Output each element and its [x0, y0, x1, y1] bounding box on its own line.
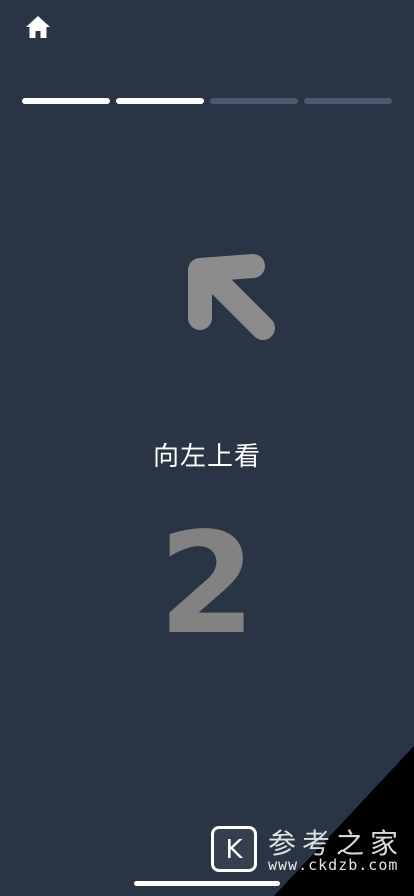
countdown-number: 2	[158, 503, 256, 666]
watermark-url: www.ckdzb.com	[268, 856, 399, 874]
home-indicator[interactable]	[134, 881, 280, 886]
watermark-logo: K	[211, 826, 257, 872]
progress-bar	[22, 98, 392, 106]
progress-segment	[210, 98, 298, 104]
progress-segment	[116, 98, 204, 104]
progress-segment	[22, 98, 110, 104]
progress-segment	[304, 98, 392, 104]
home-button[interactable]	[24, 14, 52, 40]
svg-text:K: K	[225, 835, 243, 864]
home-icon	[26, 16, 50, 38]
arrow-up-left-icon	[188, 254, 275, 340]
watermark-letter: K	[225, 835, 243, 864]
instruction-text: 向左上看	[152, 442, 261, 472]
